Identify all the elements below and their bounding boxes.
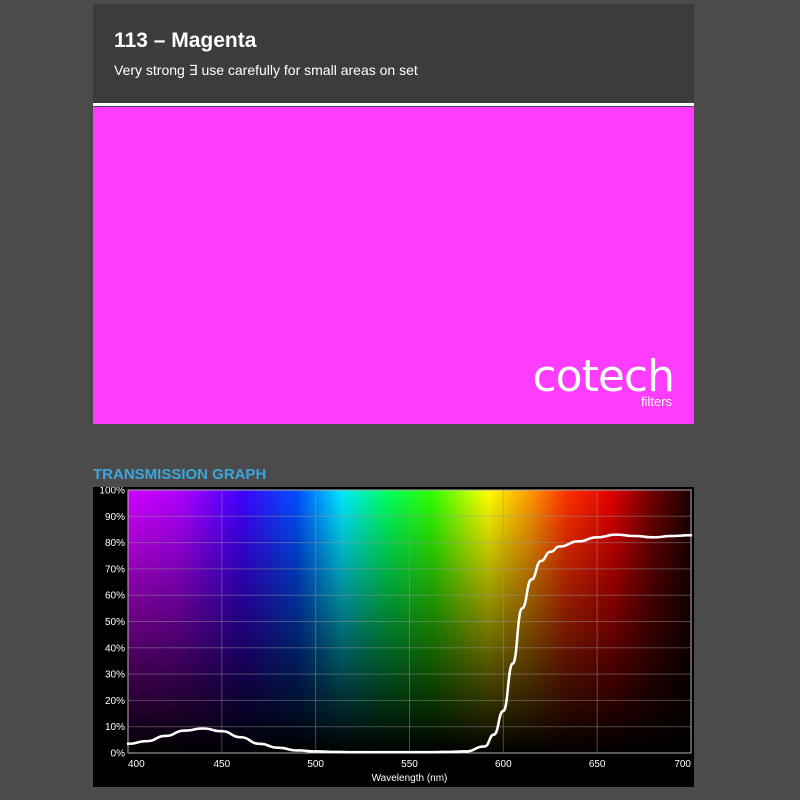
y-tick-label: 50% [105, 617, 125, 628]
y-tick-label: 0% [111, 749, 126, 760]
transmission-graph: 0% 10% 20% 30% 40% 50% 60% 70% 80% 90% 100% 400 450 5… [93, 486, 694, 787]
transmission-graph-heading: TRANSMISSION GRAPH [93, 466, 267, 483]
y-tick-label: 40% [105, 643, 125, 654]
logo-wordmark: cotech [532, 351, 675, 402]
x-tick-label: 450 [213, 759, 230, 770]
x-tick-label: 550 [401, 759, 418, 770]
cotech-logo: cotech filters [532, 351, 675, 409]
y-tick-label: 70% [105, 564, 125, 575]
filter-description: Very strong ∃ use carefully for small ar… [114, 62, 418, 78]
filter-title: 113 – Magenta [114, 29, 257, 52]
y-tick-label: 10% [105, 722, 125, 733]
x-tick-label: 600 [495, 759, 512, 770]
filter-header: 113 – Magenta Very strong ∃ use carefull… [93, 4, 694, 106]
y-tick-label: 20% [105, 696, 125, 707]
x-tick-label: 650 [589, 759, 606, 770]
color-swatch: cotech filters [93, 107, 694, 424]
y-tick-label: 90% [105, 512, 125, 523]
transmission-chart: 0% 10% 20% 30% 40% 50% 60% 70% 80% 90% 100% 400 450 5… [99, 486, 693, 784]
x-tick-label: 400 [128, 759, 145, 770]
y-tick-label: 30% [105, 670, 125, 681]
x-axis-label: Wavelength (nm) [372, 773, 448, 784]
y-tick-label: 80% [105, 538, 125, 549]
y-tick-label: 100% [99, 487, 125, 497]
x-tick-label: 700 [674, 759, 691, 770]
x-tick-label: 500 [307, 759, 324, 770]
y-tick-label: 60% [105, 591, 125, 602]
